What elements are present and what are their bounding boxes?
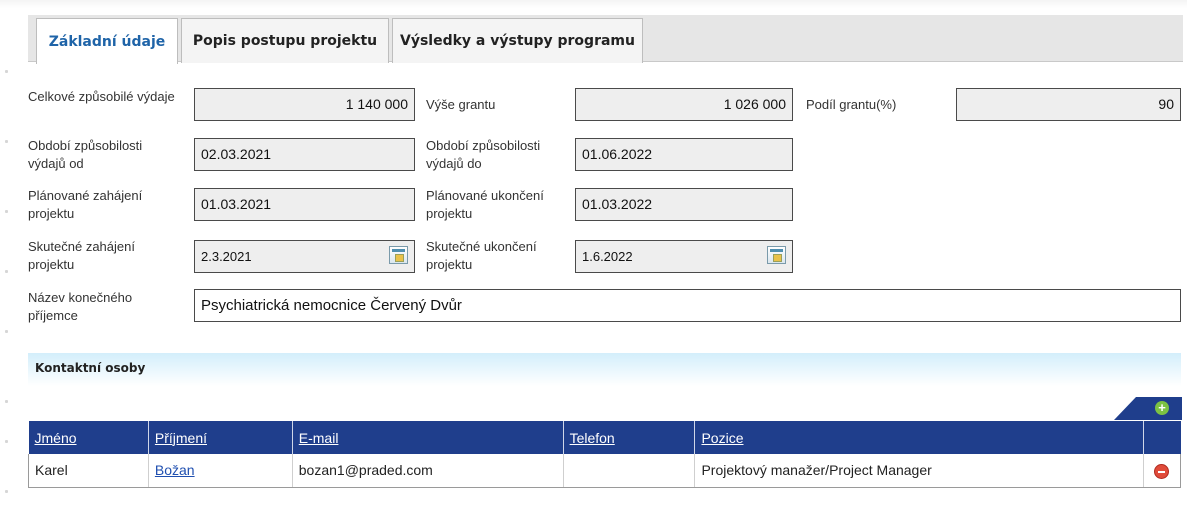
add-icon[interactable]: + (1155, 401, 1169, 415)
tab-vysledky-vystupy[interactable]: Výsledky a výstupy programu (392, 18, 643, 63)
table-row: Karel Božan bozan1@praded.com Projektový… (28, 454, 1182, 488)
cell-actions (1142, 454, 1182, 488)
tab-popis-postupu[interactable]: Popis postupu projektu (181, 18, 389, 63)
delete-icon[interactable] (1154, 463, 1170, 479)
contacts-table: Jméno Příjmení E-mail Telefon Pozice Kar… (28, 421, 1182, 488)
column-header-pozice[interactable]: Pozice (694, 421, 1144, 454)
left-edge-decoration (5, 60, 9, 500)
field-skutecne-zahajeni[interactable]: 2.3.2021 (194, 240, 415, 273)
calendar-icon[interactable] (767, 246, 786, 264)
label-obdobi-od: Období způsobilosti výdajů od (28, 138, 143, 171)
field-obdobi-do[interactable]: 01.06.2022 (575, 138, 793, 171)
field-vyse-grantu[interactable]: 1 026 000 (575, 88, 793, 121)
top-border (0, 0, 1187, 8)
tab-bar: Základní údaje Popis postupu projektu Vý… (28, 15, 1183, 64)
label-obdobi-do: Období způsobilosti výdajů do (426, 138, 541, 171)
column-header-prijmeni[interactable]: Příjmení (147, 421, 293, 454)
cell-jmeno: Karel (28, 454, 149, 488)
label-vyse-grantu: Výše grantu (426, 97, 496, 112)
section-header-kontaktni-osoby: Kontaktní osoby (28, 353, 1181, 386)
label-skutecne-ukonceni: Skutečné ukončení projektu (426, 239, 537, 272)
cell-email: bozan1@praded.com (291, 454, 564, 488)
label-podil-grantu: Podíl grantu(%) (806, 97, 897, 112)
section-title: Kontaktní osoby (35, 361, 146, 375)
link-prijmeni[interactable]: Božan (155, 462, 195, 478)
column-header-actions (1142, 421, 1181, 454)
label-planovane-ukonceni: Plánované ukončení projektu (426, 188, 544, 221)
column-header-email[interactable]: E-mail (291, 421, 564, 454)
column-header-jmeno[interactable]: Jméno (28, 421, 149, 454)
field-planovane-ukonceni[interactable]: 01.03.2022 (575, 188, 793, 221)
add-contact-tab: + (1114, 397, 1182, 420)
field-skutecne-ukonceni-value: 1.6.2022 (582, 249, 633, 264)
column-header-telefon[interactable]: Telefon (562, 421, 695, 454)
field-skutecne-ukonceni[interactable]: 1.6.2022 (575, 240, 793, 273)
label-planovane-zahajeni: Plánované zahájení projektu (28, 188, 143, 221)
field-podil-grantu[interactable]: 90 (956, 88, 1181, 121)
label-nazev-prijemce: Název konečného příjemce (28, 290, 133, 323)
field-planovane-zahajeni[interactable]: 01.03.2021 (194, 188, 415, 221)
field-nazev-prijemce[interactable]: Psychiatrická nemocnice Červený Dvůr (194, 289, 1181, 322)
cell-telefon (562, 454, 695, 488)
label-celkove-vydaje: Celkové způsobilé výdaje (28, 89, 175, 104)
tab-zakladni-udaje[interactable]: Základní údaje (36, 18, 178, 64)
field-obdobi-od[interactable]: 02.03.2021 (194, 138, 415, 171)
label-skutecne-zahajeni: Skutečné zahájení projektu (28, 239, 135, 272)
cell-prijmeni: Božan (147, 454, 293, 488)
table-header-row: Jméno Příjmení E-mail Telefon Pozice (28, 421, 1181, 454)
calendar-icon[interactable] (389, 246, 408, 264)
cell-pozice: Projektový manažer/Project Manager (694, 454, 1144, 488)
field-skutecne-zahajeni-value: 2.3.2021 (201, 249, 252, 264)
field-celkove-vydaje[interactable]: 1 140 000 (194, 88, 415, 121)
